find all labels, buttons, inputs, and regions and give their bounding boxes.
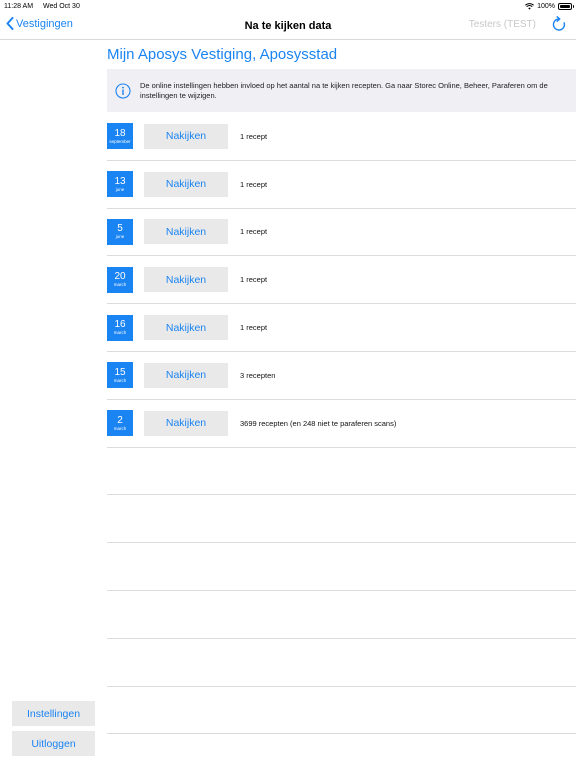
chevron-left-icon	[6, 17, 14, 30]
recipe-count: 1 recept	[240, 131, 268, 141]
date-badge: 18 september	[107, 123, 133, 150]
nakijken-button[interactable]: Nakijken	[144, 171, 228, 197]
nakijken-button[interactable]: Nakijken	[144, 410, 228, 436]
status-bar: 11:28 AM Wed Oct 30 100%	[0, 0, 576, 12]
info-icon	[115, 82, 131, 99]
list-item: 5 june Nakijken 1 recept	[107, 209, 576, 257]
date-day: 2	[117, 414, 123, 426]
list-item: 2 march Nakijken 3699 recepten (en 248 niet…	[107, 400, 576, 448]
date-month: march	[113, 282, 127, 288]
list-item: 15 march Nakijken 3 recepten	[107, 352, 576, 400]
date-day: 15	[114, 366, 126, 378]
date-day: 20	[114, 271, 126, 283]
recipe-count: 3699 recepten (en 248 niet te paraferen …	[240, 418, 397, 428]
branch-title: Mijn Aposys Vestiging, Aposysstad	[107, 46, 338, 63]
back-button-label: Vestigingen	[16, 17, 73, 30]
nakijken-button[interactable]: Nakijken	[144, 123, 228, 149]
date-month: june	[115, 234, 125, 240]
recipe-count: 1 recept	[240, 323, 268, 333]
recipe-count: 1 recept	[240, 275, 268, 285]
battery-nub	[572, 5, 574, 8]
date-badge: 13 june	[107, 171, 133, 198]
info-banner: De online instellingen hebben invloed op…	[107, 69, 576, 112]
testers-label: Testers (TEST)	[468, 19, 536, 30]
date-day: 18	[114, 127, 126, 139]
status-left: 11:28 AM Wed Oct 30	[4, 3, 88, 10]
date-badge: 20 march	[107, 266, 133, 293]
logout-button[interactable]: Uitloggen	[12, 731, 95, 756]
status-date: Wed Oct 30	[43, 2, 80, 10]
date-month: june	[115, 186, 125, 192]
date-month: march	[113, 377, 127, 383]
recipe-count: 3 recepten	[240, 370, 276, 380]
empty-row	[107, 639, 576, 687]
list-item: 13 june Nakijken 1 recept	[107, 161, 576, 209]
refresh-button[interactable]	[552, 16, 566, 37]
date-badge: 5 june	[107, 218, 133, 245]
date-badge: 16 march	[107, 314, 133, 341]
back-button[interactable]: Vestigingen	[6, 17, 73, 30]
status-time: 11:28 AM	[4, 2, 34, 10]
date-month: march	[113, 425, 127, 431]
info-text: De online instellingen hebben invloed op…	[140, 81, 548, 100]
empty-row	[107, 543, 576, 591]
battery-icon	[558, 2, 574, 10]
empty-row	[107, 495, 576, 544]
recipe-count: 1 recept	[240, 179, 268, 189]
settings-button[interactable]: Instellingen	[12, 701, 95, 726]
date-day: 13	[114, 175, 126, 187]
nakijken-button[interactable]: Nakijken	[144, 219, 228, 245]
nakijken-button[interactable]: Nakijken	[144, 362, 228, 388]
date-badge: 2 march	[107, 410, 133, 437]
date-month: september	[109, 138, 131, 144]
date-month: march	[113, 330, 127, 336]
list-item: 16 march Nakijken 1 recept	[107, 304, 576, 352]
list-item: 18 september Nakijken 1 recept	[107, 113, 576, 161]
empty-row	[107, 591, 576, 639]
nakijken-button[interactable]: Nakijken	[144, 267, 228, 293]
battery-fill	[560, 4, 570, 8]
date-badge: 15 march	[107, 362, 133, 389]
wifi-icon	[525, 2, 535, 10]
status-right: 100%	[525, 2, 574, 10]
recipe-count: 1 recept	[240, 227, 268, 237]
refresh-icon	[552, 16, 566, 31]
date-day: 5	[117, 223, 123, 235]
nakijken-button[interactable]: Nakijken	[144, 315, 228, 341]
empty-row	[107, 687, 576, 735]
list-item: 20 march Nakijken 1 recept	[107, 256, 576, 305]
empty-row	[107, 448, 576, 496]
battery-percent: 100%	[537, 2, 555, 10]
date-day: 16	[114, 319, 126, 331]
navigation-bar: Vestigingen Na te kijken data Testers (T…	[0, 12, 576, 40]
data-list: 18 september Nakijken 1 recept 13 june Nakijke…	[107, 113, 576, 735]
